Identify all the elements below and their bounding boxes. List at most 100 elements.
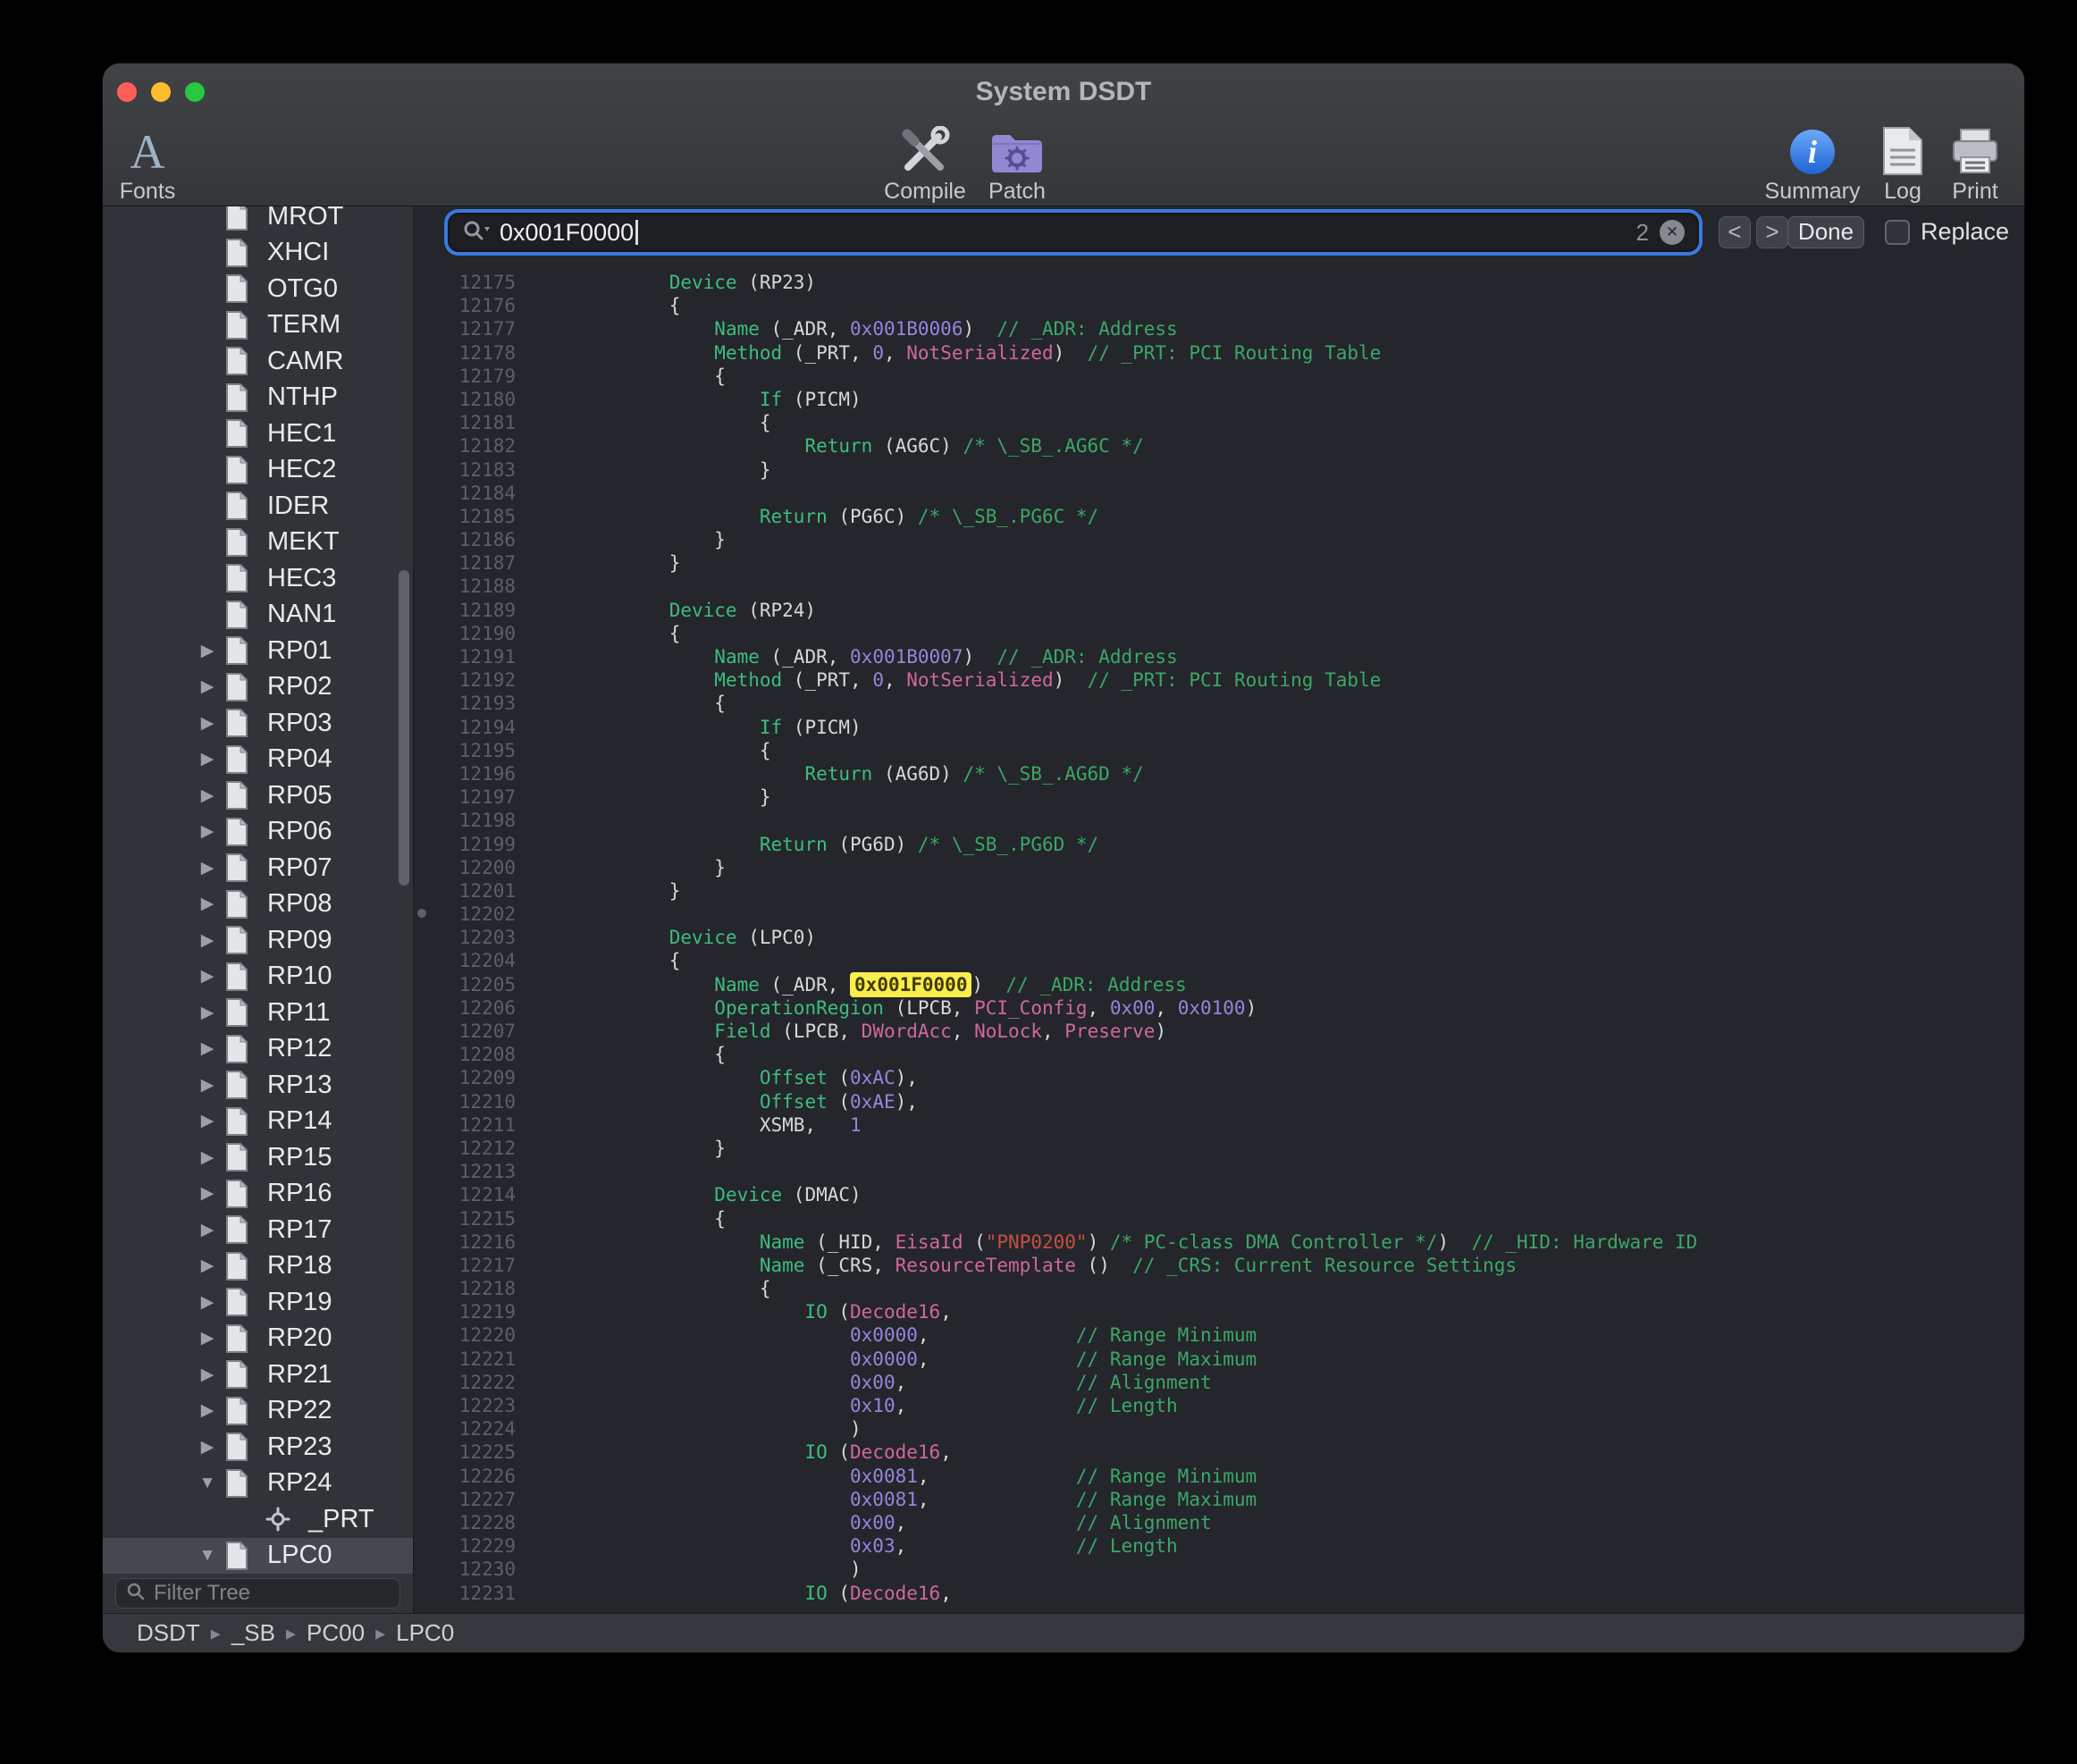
sidebar-item-rp18[interactable]: ▶RP18: [103, 1248, 413, 1285]
sidebar-item-rp03[interactable]: ▶RP03: [103, 705, 413, 742]
sidebar-item-rp14[interactable]: ▶RP14: [103, 1104, 413, 1140]
disclosure-triangle[interactable]: ▶: [192, 858, 223, 878]
sidebar-item-rp06[interactable]: ▶RP06: [103, 814, 413, 851]
line-number: 12195: [414, 739, 534, 762]
disclosure-triangle[interactable]: ▶: [192, 1220, 223, 1240]
sidebar-item-rp10[interactable]: ▶RP10: [103, 959, 413, 995]
line-number: 12226: [414, 1465, 534, 1488]
sidebar-item-rp07[interactable]: ▶RP07: [103, 850, 413, 886]
sidebar-item-rp23[interactable]: ▶ RP23: [103, 1429, 413, 1466]
patch-button[interactable]: Patch: [984, 122, 1050, 205]
disclosure-triangle[interactable]: ▶: [192, 930, 223, 951]
log-button[interactable]: Log: [1874, 122, 1931, 205]
code-area[interactable]: 12175 Device (RP23)12176 {12177 Name (_A…: [414, 260, 2024, 1613]
sidebar-item-term[interactable]: TERM: [103, 307, 413, 344]
disclosure-triangle[interactable]: ▶: [192, 1400, 223, 1421]
sidebar-item-hec3[interactable]: HEC3: [103, 560, 413, 597]
sidebar-item-nan1[interactable]: NAN1: [103, 597, 413, 634]
disclosure-triangle[interactable]: ▼: [192, 1474, 223, 1493]
sidebar-item-rp11[interactable]: ▶RP11: [103, 995, 413, 1031]
disclosure-triangle[interactable]: ▶: [192, 1038, 223, 1059]
disclosure-triangle[interactable]: ▶: [192, 713, 223, 734]
print-label: Print: [1952, 179, 1997, 205]
disclosure-triangle[interactable]: ▶: [192, 966, 223, 987]
sidebar-tree[interactable]: MROTXHCIOTG0TERMCAMRNTHPHEC1HEC2IDERMEKT…: [103, 206, 413, 1574]
sidebar-scrollbar-thumb[interactable]: [399, 570, 409, 886]
print-button[interactable]: Print: [1944, 122, 2006, 205]
disclosure-triangle[interactable]: ▶: [192, 785, 223, 806]
disclosure-triangle[interactable]: ▶: [192, 1003, 223, 1023]
sidebar-item-rp09[interactable]: ▶RP09: [103, 922, 413, 959]
sidebar-item-label: RP02: [267, 672, 332, 701]
zoom-button[interactable]: [185, 82, 205, 102]
sidebar-item-lpc0[interactable]: ▼LPC0: [103, 1538, 413, 1575]
find-previous-button[interactable]: <: [1719, 216, 1751, 248]
sidebar-item-rp12[interactable]: ▶RP12: [103, 1031, 413, 1068]
sidebar-item-rp13[interactable]: ▶RP13: [103, 1067, 413, 1104]
disclosure-triangle[interactable]: ▶: [192, 1365, 223, 1385]
line-number: 12182: [414, 434, 534, 458]
line-number: 12220: [414, 1323, 534, 1347]
sidebar-item-rp15[interactable]: ▶RP15: [103, 1139, 413, 1176]
breadcrumb-item-lpc0[interactable]: LPC0: [396, 1619, 454, 1647]
disclosure-triangle[interactable]: ▶: [192, 1256, 223, 1276]
sidebar-item-rp02[interactable]: ▶ RP02: [103, 669, 413, 706]
disclosure-triangle[interactable]: ▶: [192, 894, 223, 914]
sidebar-item-rp21[interactable]: ▶RP21: [103, 1357, 413, 1393]
sidebar-item-rp19[interactable]: ▶RP19: [103, 1284, 413, 1321]
minimize-button[interactable]: [151, 82, 171, 102]
replace-checkbox[interactable]: [1885, 220, 1910, 245]
sidebar-item-ider[interactable]: IDER: [103, 488, 413, 525]
disclosure-triangle[interactable]: ▶: [192, 749, 223, 769]
sidebar-item-mrot[interactable]: MROT: [103, 206, 413, 235]
sidebar-item-hec1[interactable]: HEC1: [103, 416, 413, 452]
compile-button[interactable]: Compile: [882, 122, 968, 205]
sidebar-item-rp17[interactable]: ▶RP17: [103, 1212, 413, 1248]
disclosure-triangle[interactable]: ▶: [192, 821, 223, 842]
disclosure-triangle[interactable]: ▶: [192, 676, 223, 697]
sidebar-item-hec2[interactable]: HEC2: [103, 452, 413, 489]
sidebar-item-camr[interactable]: CAMR: [103, 343, 413, 380]
find-next-button[interactable]: >: [1756, 216, 1788, 248]
done-button[interactable]: Done: [1787, 216, 1864, 248]
disclosure-triangle[interactable]: ▶: [192, 1437, 223, 1457]
clear-search-button[interactable]: ✕: [1660, 220, 1685, 245]
disclosure-triangle[interactable]: ▶: [192, 1111, 223, 1131]
disclosure-triangle[interactable]: ▶: [192, 1292, 223, 1313]
disclosure-triangle[interactable]: ▶: [192, 1147, 223, 1168]
sidebar-item-rp08[interactable]: ▶RP08: [103, 886, 413, 923]
breadcrumb-item-pc00[interactable]: PC00: [307, 1619, 365, 1647]
filter-tree-input[interactable]: Filter Tree: [115, 1578, 400, 1609]
disclosure-triangle[interactable]: ▶: [192, 1328, 223, 1348]
sidebar-item-rp24[interactable]: ▼RP24: [103, 1466, 413, 1502]
sidebar-item-rp20[interactable]: ▶RP20: [103, 1321, 413, 1357]
disclosure-triangle[interactable]: ▶: [192, 641, 223, 661]
sidebar-item-label: RP23: [267, 1432, 332, 1462]
device-icon: [224, 273, 253, 304]
sidebar-item-xhci[interactable]: XHCI: [103, 235, 413, 272]
disclosure-triangle[interactable]: ▶: [192, 1183, 223, 1204]
sidebar-item-prt[interactable]: _PRT: [103, 1501, 413, 1538]
pane-splitter-grip[interactable]: [417, 909, 426, 918]
close-button[interactable]: [117, 82, 137, 102]
title-bar[interactable]: System DSDT: [103, 63, 2024, 121]
code-line: 12201 }: [414, 879, 2024, 903]
sidebar-item-rp01[interactable]: ▶RP01: [103, 633, 413, 669]
breadcrumb-item-dsdt[interactable]: DSDT: [137, 1619, 200, 1647]
sidebar-item-rp05[interactable]: ▶RP05: [103, 777, 413, 814]
disclosure-triangle[interactable]: ▼: [192, 1546, 223, 1566]
summary-button[interactable]: i Summary: [1763, 122, 1862, 205]
breadcrumb-item-sb[interactable]: _SB: [231, 1619, 275, 1647]
search-match-highlight: 0x001F0000: [850, 972, 971, 997]
sidebar-item-label: NAN1: [267, 600, 336, 629]
sidebar-item-rp16[interactable]: ▶RP16: [103, 1176, 413, 1213]
code-line: 12226 0x0081, // Range Minimum: [414, 1465, 2024, 1488]
sidebar-item-mekt[interactable]: MEKT: [103, 525, 413, 561]
sidebar-item-otg0[interactable]: OTG0: [103, 271, 413, 307]
fonts-button[interactable]: A Fonts: [110, 122, 185, 205]
disclosure-triangle[interactable]: ▶: [192, 1075, 223, 1096]
sidebar-item-nthp[interactable]: NTHP: [103, 380, 413, 416]
sidebar-item-rp04[interactable]: ▶RP04: [103, 742, 413, 778]
sidebar-item-rp22[interactable]: ▶RP22: [103, 1393, 413, 1430]
search-input[interactable]: 0x001F0000 2 ✕: [450, 214, 1697, 250]
